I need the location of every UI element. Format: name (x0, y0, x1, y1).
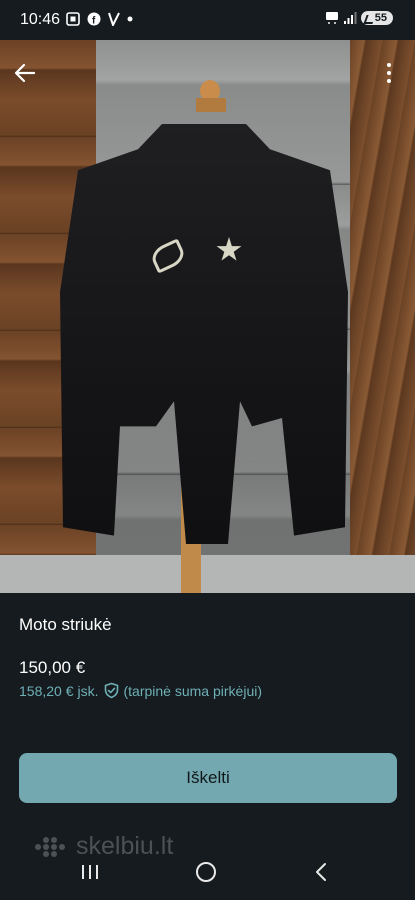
buyer-total-note: (tarpinė suma pirkėjui) (123, 682, 263, 699)
5g-icon (325, 12, 338, 24)
photo-jacket (60, 124, 348, 544)
home-icon[interactable] (196, 862, 216, 882)
arrow-left-icon[interactable] (12, 60, 38, 86)
status-time: 10:46 (20, 11, 61, 28)
buyer-total-amount: 158,20 € (19, 682, 74, 699)
battery-indicator: 55 (360, 11, 393, 25)
buyer-total-suffix: jsk. (77, 682, 99, 699)
status-right-icons: 55 (325, 11, 393, 25)
shield-check-icon[interactable] (103, 682, 120, 699)
signal-icon (343, 12, 357, 24)
photo-floor (0, 555, 415, 593)
listing-photo[interactable] (0, 40, 415, 593)
photo-mannequin-neck (196, 98, 226, 112)
listing-price: 150,00 € (19, 658, 86, 677)
nav-back-icon[interactable] (313, 862, 329, 882)
buyer-total-price: 158,20 € jsk. (tarpinė suma pirkėjui) (19, 682, 262, 699)
listing-title: Moto striukė (19, 615, 112, 634)
promote-button[interactable]: Iškelti (19, 753, 397, 803)
status-left-icons: f (66, 12, 133, 26)
notification-dot-icon (127, 16, 133, 22)
facebook-icon: f (87, 12, 101, 26)
more-vertical-icon[interactable] (379, 60, 399, 86)
recent-apps-icon[interactable] (80, 864, 100, 880)
status-bar: 10:46 f 55 (0, 0, 415, 40)
photo-wood-door-right (350, 40, 415, 593)
screenshot-icon (66, 12, 80, 26)
v-app-icon (108, 12, 120, 26)
